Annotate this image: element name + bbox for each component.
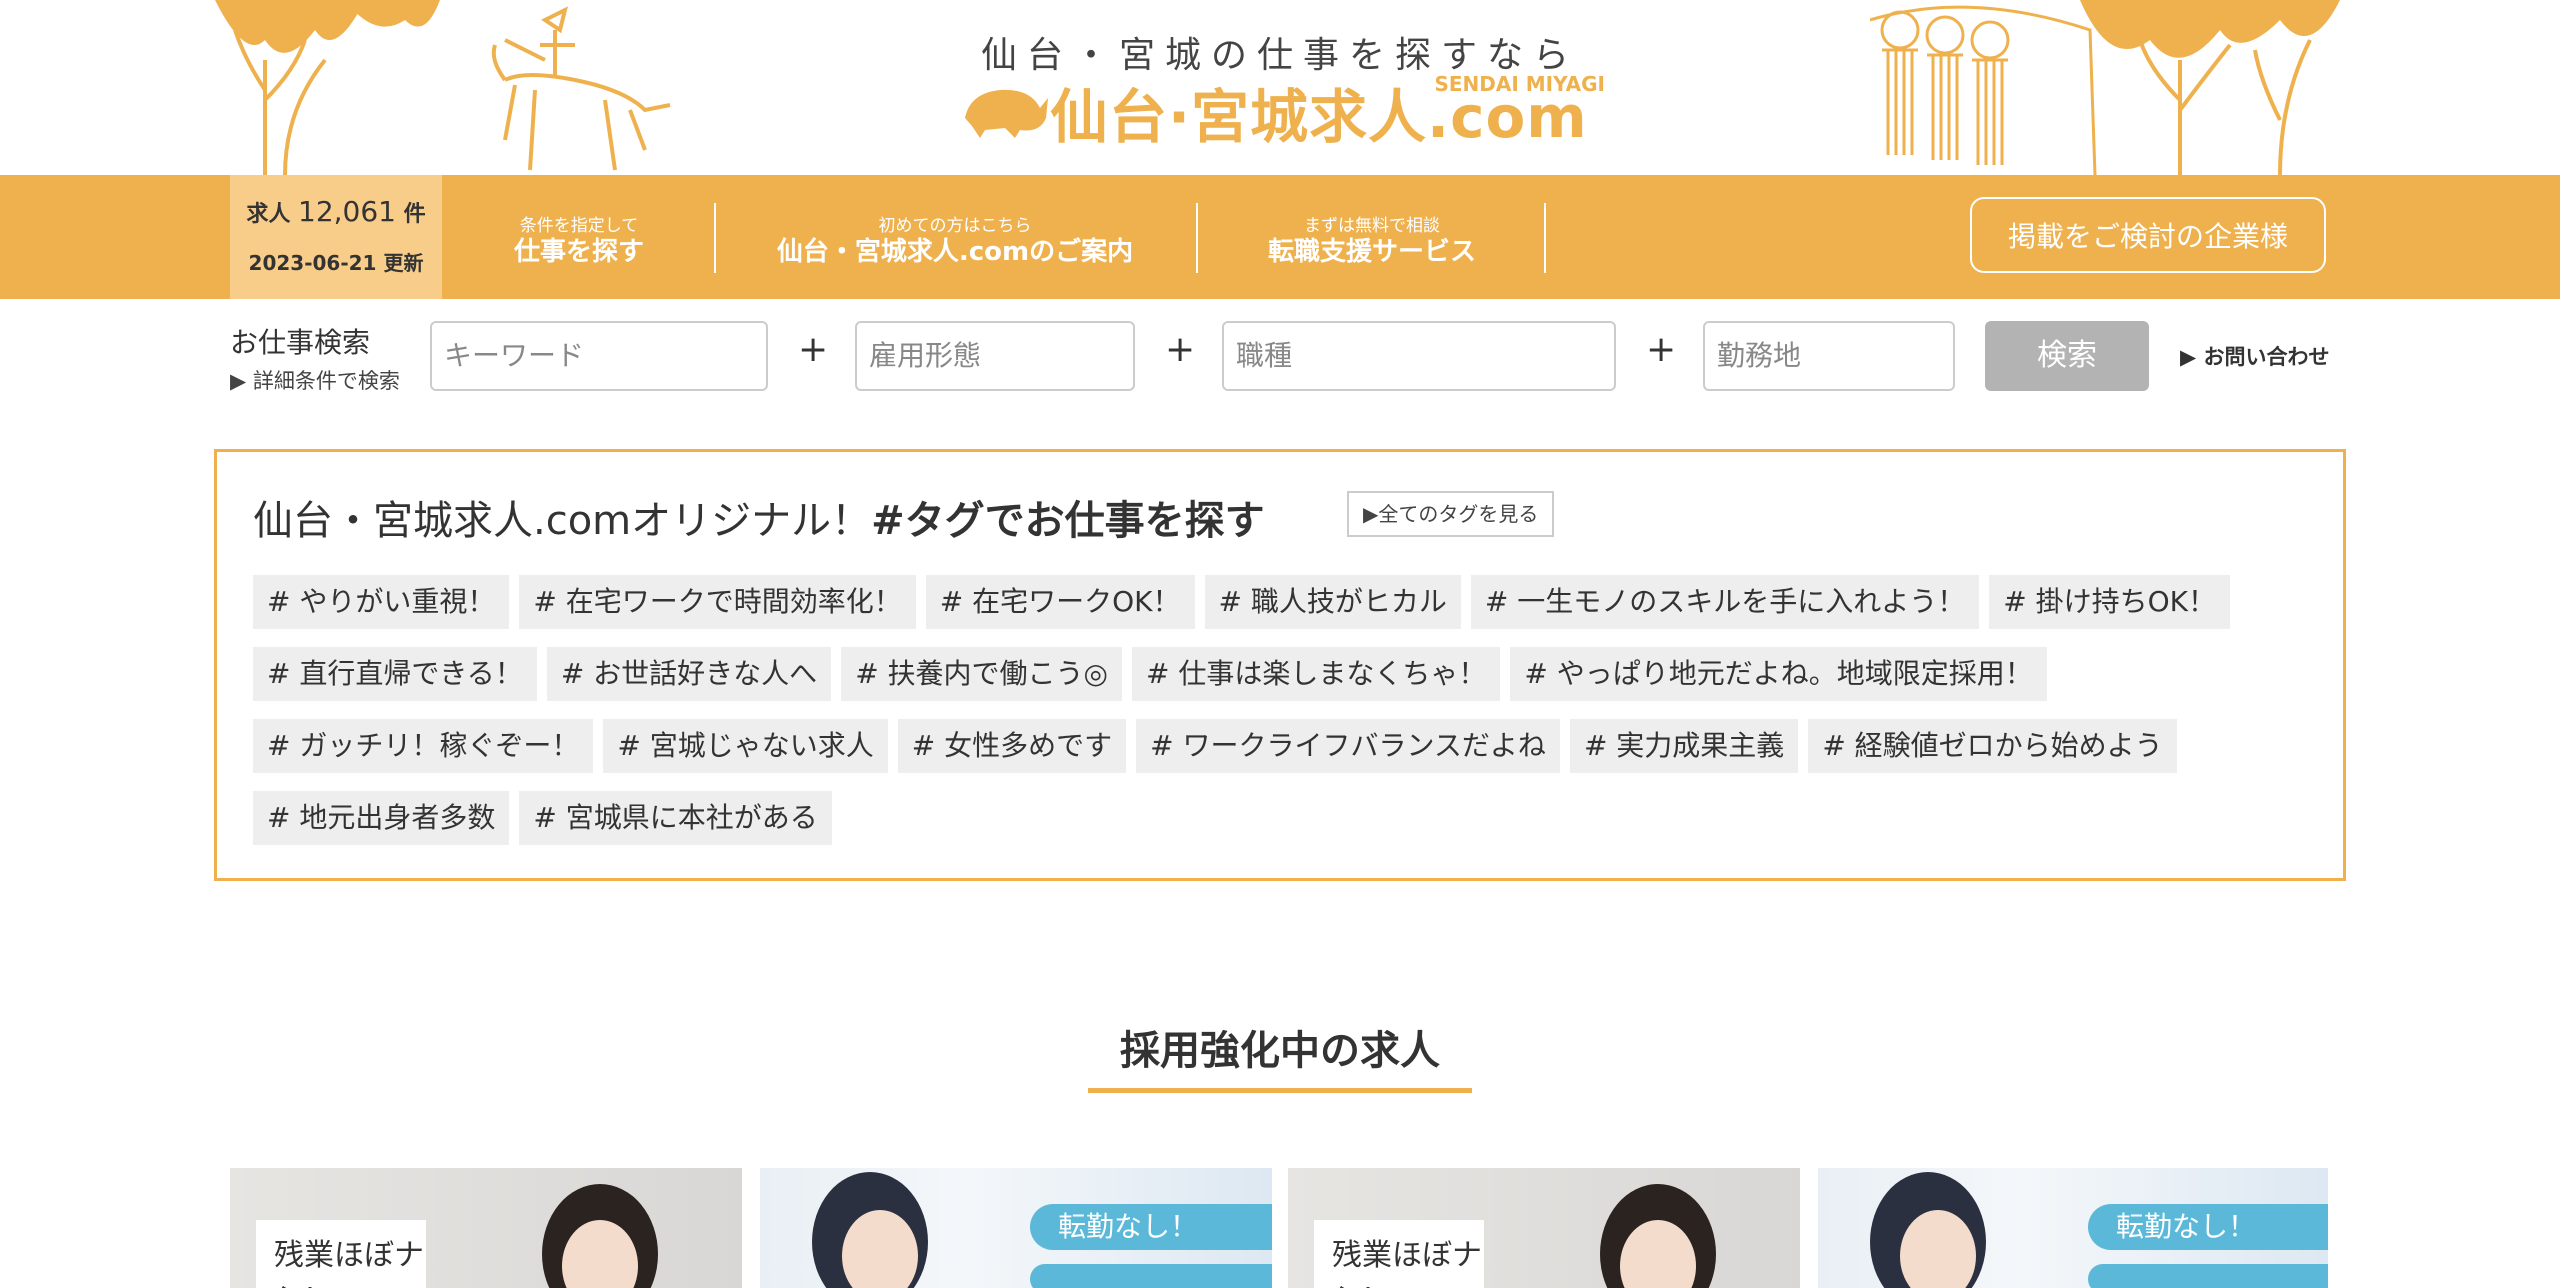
featured-jobs-title: 採用強化中の求人 [1120, 1028, 1440, 1074]
card-badge-2 [1030, 1264, 1272, 1288]
plus-separator: + [798, 329, 829, 370]
tag-item[interactable]: # 在宅ワークで時間効率化！ [519, 575, 916, 629]
job-count-prefix: 求人 [246, 202, 291, 227]
tree-illustration-left [215, 0, 440, 175]
nav-career-support[interactable]: まずは無料で相談 転職支援サービス [1212, 175, 1532, 299]
tag-item[interactable]: # 扶養内で働こう◎ [841, 647, 1122, 701]
person-photo [812, 1172, 928, 1288]
job-count: 求人 12,061 件 [230, 195, 442, 228]
site-header: 仙台・宮城の仕事を探すなら 仙台·宮城求人.com SENDAI MIYAGI [0, 0, 2560, 175]
job-count-box: 求人 12,061 件 2023-06-21 更新 [230, 175, 442, 299]
samurai-horse-illustration [491, 6, 671, 171]
job-card[interactable]: 残業ほぼナシ! [1288, 1168, 1800, 1288]
nav-guide-label: 仙台・宮城求人.comのご案内 [776, 237, 1134, 267]
nav-divider [1544, 203, 1546, 273]
job-search-bar: お仕事検索 ▶ 詳細条件で検索 キーワード + 雇用形態 + 職種 + 勤務地 … [0, 299, 2560, 409]
main-nav: 求人 12,061 件 2023-06-21 更新 条件を指定して 仕事を探す … [0, 175, 2560, 299]
tag-item[interactable]: # やりがい重視！ [253, 575, 510, 629]
tag-item[interactable]: # 一生モノのスキルを手に入れよう！ [1470, 575, 1980, 629]
logo-subtext: SENDAI MIYAGI [1434, 72, 1605, 96]
tag-item[interactable]: # 仕事は楽しまなくちゃ！ [1131, 647, 1501, 701]
tag-item[interactable]: # お世話好きな人へ [546, 647, 832, 701]
tag-search-panel: 仙台・宮城求人.comオリジナル！#タグでお仕事を探す ▶全てのタグを見る # … [214, 449, 2346, 881]
nav-divider [714, 203, 716, 273]
tag-list: # やりがい重視！ # 在宅ワークで時間効率化！ # 在宅ワークOK！ # 職人技がヒ… [253, 575, 2313, 863]
search-title: お仕事検索 [230, 326, 371, 359]
plus-separator: + [1646, 329, 1677, 370]
tag-item[interactable]: # 女性多めです [897, 719, 1127, 773]
view-all-tags-button[interactable]: ▶全てのタグを見る [1347, 491, 1555, 537]
tag-heading-bold: #タグでお仕事を探す [871, 498, 1265, 544]
tag-item[interactable]: # 職人技がヒカル [1204, 575, 1461, 629]
nav-divider [1196, 203, 1198, 273]
job-type-select[interactable]: 職種 [1222, 321, 1616, 391]
job-card[interactable]: 転勤なし！ [1818, 1168, 2328, 1288]
person-photo [542, 1184, 658, 1288]
location-select[interactable]: 勤務地 [1703, 321, 1955, 391]
person-photo [1870, 1172, 1986, 1288]
tag-item[interactable]: # 直行直帰できる！ [253, 647, 537, 701]
job-count-number: 12,061 [298, 195, 396, 228]
nav-career-support-label: 転職支援サービス [1267, 237, 1476, 267]
tag-item[interactable]: # 地元出身者多数 [253, 791, 510, 845]
nav-find-job[interactable]: 条件を指定して 仕事を探す [462, 175, 696, 299]
bull-logo-icon [965, 89, 1048, 138]
card-note: 残業ほぼナシ! [1314, 1220, 1484, 1288]
job-card[interactable]: 残業ほぼナシ! [230, 1168, 742, 1288]
contact-link[interactable]: ▶ お問い合わせ [2180, 341, 2329, 371]
tree-illustration-right [2080, 0, 2340, 175]
tag-item[interactable]: # ガッチリ！稼ぐぞー！ [253, 719, 594, 773]
job-count-suffix: 件 [403, 202, 426, 227]
tag-item[interactable]: # 掛け持ちOK！ [1989, 575, 2231, 629]
job-card[interactable]: 転勤なし！ [760, 1168, 1272, 1288]
employment-type-select[interactable]: 雇用形態 [855, 321, 1135, 391]
card-note: 残業ほぼナシ! [256, 1220, 426, 1288]
card-badge: 転勤なし！ [2088, 1204, 2328, 1250]
plus-separator: + [1165, 329, 1196, 370]
tag-item[interactable]: # ワークライフバランスだよね [1136, 719, 1560, 773]
keyword-input[interactable]: キーワード [430, 321, 768, 391]
nav-find-job-label: 仕事を探す [513, 237, 644, 267]
person-photo [1600, 1184, 1716, 1288]
search-button[interactable]: 検索 [1985, 321, 2149, 391]
tag-item[interactable]: # 宮城じゃない求人 [603, 719, 888, 773]
tag-panel-heading: 仙台・宮城求人.comオリジナル！#タグでお仕事を探す [253, 488, 1265, 546]
tag-item[interactable]: # やっぱり地元だよね。地域限定採用！ [1510, 647, 2047, 701]
card-badge-2 [2088, 1264, 2328, 1288]
employer-listing-button[interactable]: 掲載をご検討の企業様 [1970, 197, 2326, 273]
tag-item[interactable]: # 経験値ゼロから始めよう [1808, 719, 2177, 773]
tag-item[interactable]: # 実力成果主義 [1569, 719, 1799, 773]
updated-date: 2023-06-21 更新 [248, 251, 424, 275]
title-underline [1088, 1088, 1472, 1093]
tag-item[interactable]: # 在宅ワークOK！ [925, 575, 1195, 629]
site-logo[interactable]: 仙台·宮城求人.com SENDAI MIYAGI [955, 70, 1605, 151]
tag-heading-plain: 仙台・宮城求人.comオリジナル！ [253, 498, 872, 544]
tanabata-decoration [1870, 5, 2097, 175]
card-badge: 転勤なし！ [1030, 1204, 1272, 1250]
tag-item[interactable]: # 宮城県に本社がある [519, 791, 832, 845]
advanced-search-link[interactable]: ▶ 詳細条件で検索 [230, 365, 400, 395]
nav-guide[interactable]: 初めての方はこちら 仙台・宮城求人.comのご案内 [730, 175, 1180, 299]
